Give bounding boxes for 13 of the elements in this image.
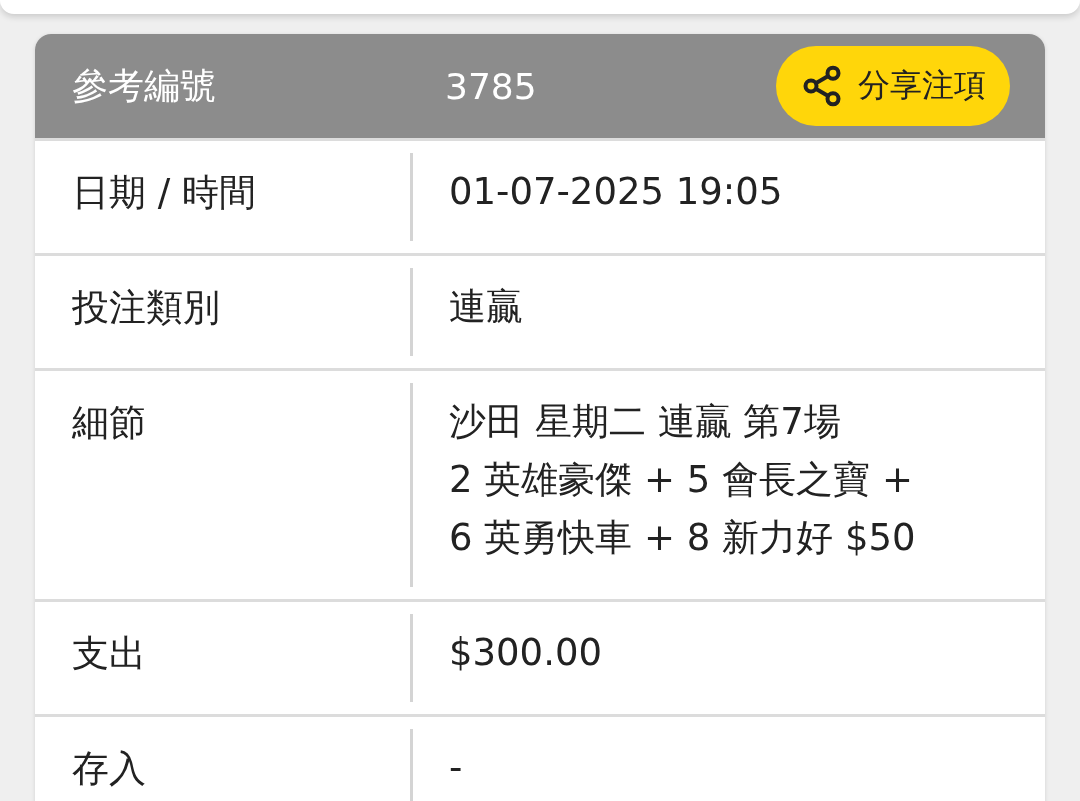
field-label: 存入: [72, 749, 146, 789]
field-value: 連贏: [448, 284, 523, 330]
field-label: 投注類別: [72, 288, 220, 328]
field-label: 日期 / 時間: [72, 173, 256, 213]
field-label: 支出: [72, 634, 146, 674]
field-value: 沙田 星期二 連贏 第7場 2 英雄豪傑 + 5 會長之寶 + 6 英勇快車 + 8 新力好 $50: [448, 399, 916, 561]
field-value: $300.00: [448, 630, 602, 676]
field-value: 01-07-2025 19:05: [448, 169, 783, 215]
reference-label: 參考編號: [72, 63, 217, 108]
field-value: -: [448, 745, 463, 791]
share-button[interactable]: 分享注項: [776, 46, 1010, 126]
reference-number: 3785: [445, 65, 538, 107]
field-label: 細節: [72, 403, 146, 443]
